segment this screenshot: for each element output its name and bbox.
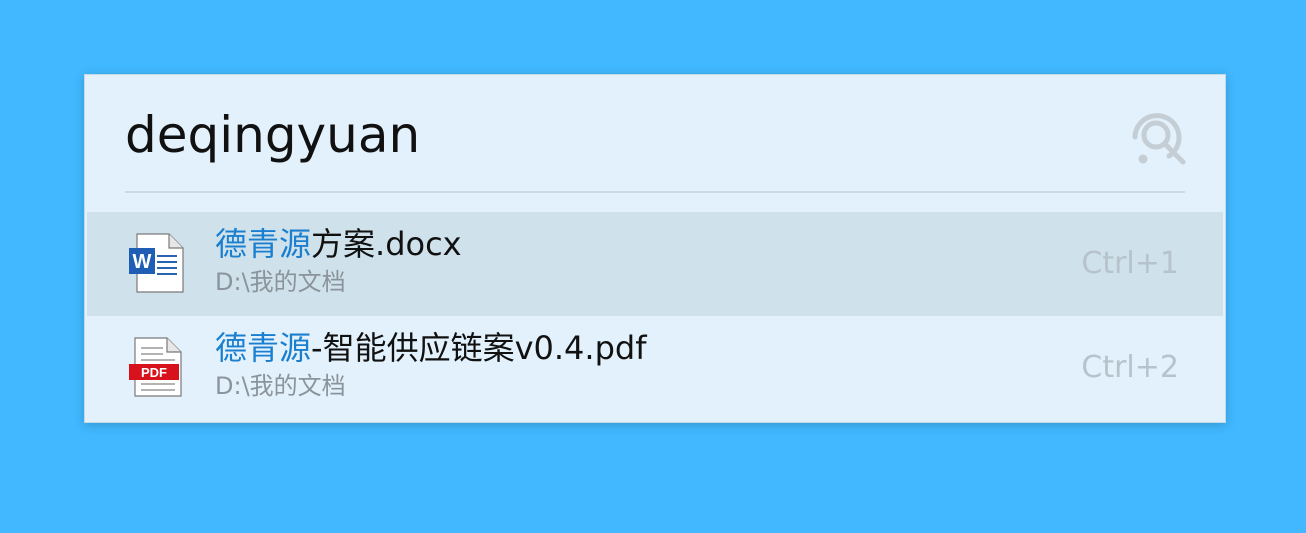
result-shortcut: Ctrl+2 <box>1081 350 1179 385</box>
result-title-match: 德青源 <box>215 329 312 367</box>
result-title-rest: -智能供应链案v0.4.pdf <box>311 329 647 367</box>
search-divider <box>125 191 1185 193</box>
result-path: D:\我的文档 <box>215 372 346 400</box>
pdf-badge-text: PDF <box>141 365 167 380</box>
pdf-doc-icon: PDF <box>127 336 187 400</box>
result-title-match: 德青源 <box>215 225 312 263</box>
result-title-rest: 方案.docx <box>311 225 462 263</box>
result-title: 德青源-智能供应链案v0.4.pdf <box>215 326 646 370</box>
result-item-pdf[interactable]: PDF 德青源-智能供应链案v0.4.pdf D:\我的文档 Ctrl+2 <box>87 316 1223 420</box>
word-badge-text: W <box>133 251 152 273</box>
search-area <box>85 75 1225 193</box>
result-shortcut: Ctrl+1 <box>1081 246 1179 281</box>
search-icon[interactable] <box>1125 105 1189 169</box>
results-list: W 德青源方案.docx D:\我的文档 Ctrl+1 PDF 德青源-智能供应… <box>87 212 1223 420</box>
result-title: 德青源方案.docx <box>215 222 462 266</box>
search-input[interactable] <box>125 103 1105 167</box>
word-doc-icon: W <box>127 232 187 296</box>
result-item-docx[interactable]: W 德青源方案.docx D:\我的文档 Ctrl+1 <box>87 212 1223 316</box>
result-path: D:\我的文档 <box>215 268 346 296</box>
launcher-window: W 德青源方案.docx D:\我的文档 Ctrl+1 PDF <box>84 74 1226 423</box>
